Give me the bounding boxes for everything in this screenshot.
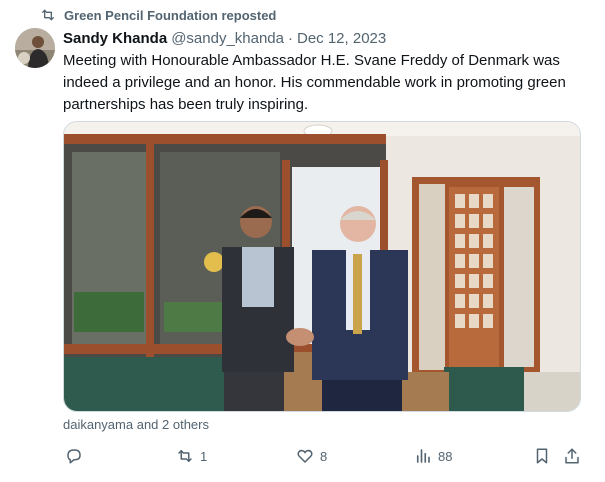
share-button[interactable] (563, 445, 581, 467)
views-chart-icon (416, 449, 430, 463)
avatar[interactable] (15, 28, 55, 68)
bookmark-icon (536, 448, 548, 464)
reply-button[interactable] (65, 445, 89, 467)
reply-icon (67, 449, 81, 464)
repost-icon (178, 450, 192, 462)
repost-count: 1 (200, 448, 208, 464)
header-separator: · (288, 29, 293, 47)
author-name[interactable]: Sandy Khanda (63, 30, 167, 47)
like-count: 8 (320, 448, 328, 464)
liked-by-text[interactable]: daikanyama and 2 others (63, 417, 209, 432)
tweet-header: Sandy Khanda @sandy_khanda · Dec 12, 202… (63, 28, 386, 48)
tweet-photo[interactable] (63, 121, 581, 412)
action-bar: 1 8 88 (63, 445, 585, 467)
tweet-text: Meeting with Honourable Ambassador H.E. … (63, 52, 566, 113)
tweet-date[interactable]: Dec 12, 2023 (297, 30, 386, 47)
author-handle[interactable]: @sandy_khanda (171, 30, 284, 47)
views-button[interactable]: 88 (414, 445, 452, 467)
views-count: 88 (438, 448, 453, 464)
repost-button[interactable]: 1 (176, 445, 207, 467)
like-button[interactable]: 8 (296, 445, 327, 467)
repost-label: Green Pencil Foundation reposted (64, 7, 277, 23)
heart-icon (297, 449, 313, 463)
tweet-card[interactable]: Green Pencil Foundation reposted Sandy K… (0, 0, 605, 482)
bookmark-button[interactable] (533, 445, 551, 467)
share-icon (565, 448, 579, 464)
repost-icon (42, 9, 54, 21)
repost-context[interactable]: Green Pencil Foundation reposted (40, 6, 276, 24)
